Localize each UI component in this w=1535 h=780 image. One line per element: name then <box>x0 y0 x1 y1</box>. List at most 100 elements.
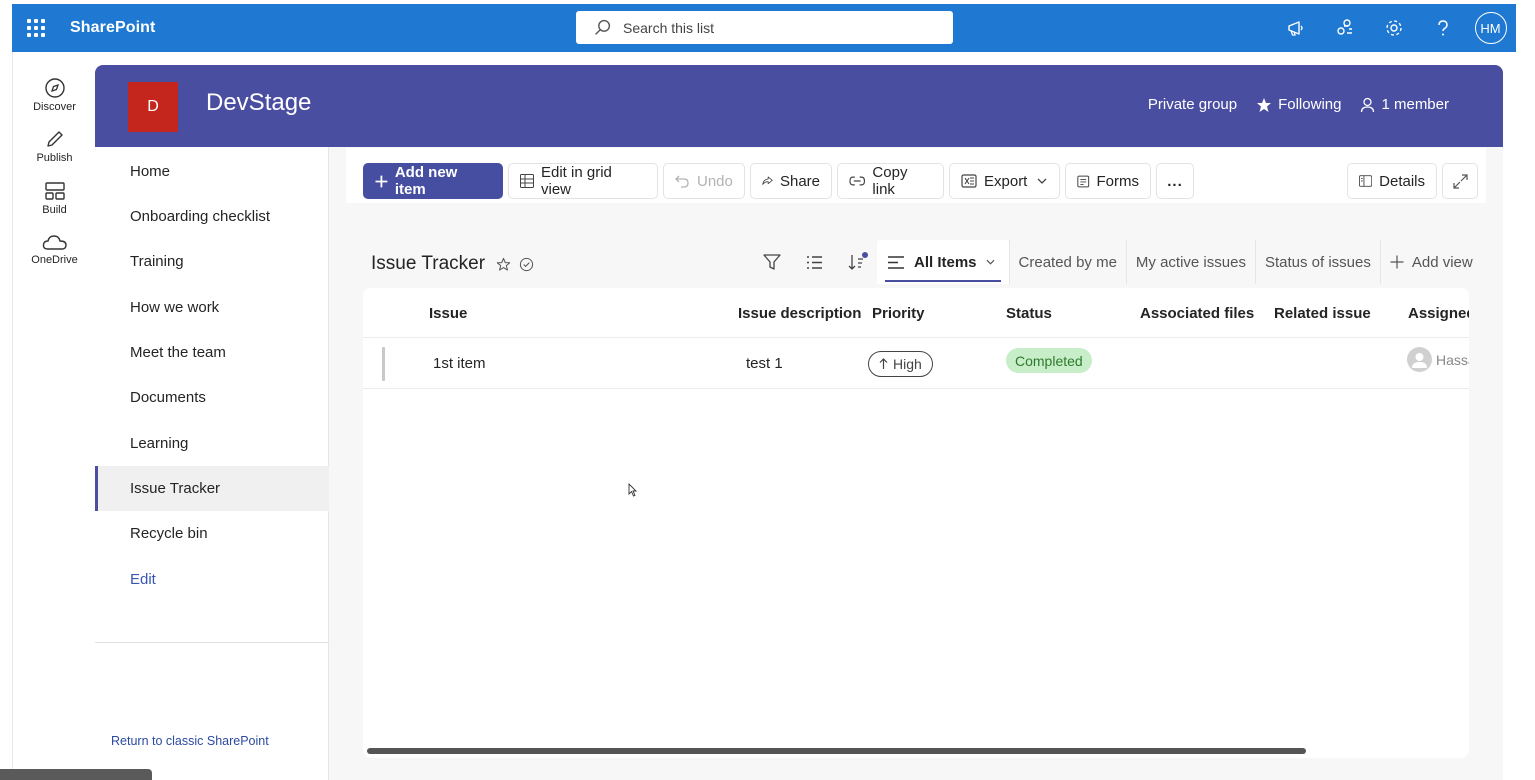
nav-item-meet-the-team[interactable]: Meet the team <box>95 330 329 375</box>
add-new-item-button[interactable]: Add new item <box>363 163 503 199</box>
view-lines-icon <box>888 255 904 269</box>
appbar-build[interactable]: Build <box>13 180 96 216</box>
forms-label: Forms <box>1096 172 1140 190</box>
details-label: Details <box>1379 172 1425 190</box>
undo-label: Undo <box>697 172 733 190</box>
account-button[interactable]: HM <box>1467 4 1516 52</box>
export-button[interactable]: Export <box>949 163 1060 199</box>
suite-actions: HM <box>1271 4 1516 52</box>
share-button[interactable]: Share <box>750 163 832 199</box>
site-meta: Private group Following 1 member <box>1129 96 1449 113</box>
view-status-of-issues[interactable]: Status of issues <box>1254 240 1380 284</box>
details-button[interactable]: Details <box>1347 163 1437 199</box>
news-button[interactable] <box>1271 4 1320 52</box>
nav-edit-link[interactable]: Edit <box>95 557 329 602</box>
brand-title[interactable]: SharePoint <box>70 19 155 37</box>
appbar-publish[interactable]: Publish <box>13 128 96 164</box>
add-view-label: Add view <box>1411 253 1473 271</box>
favorite-star-icon[interactable] <box>496 257 511 272</box>
appbar-onedrive[interactable]: OneDrive <box>13 232 96 266</box>
chevron-down-icon <box>986 259 995 265</box>
nav-item-home[interactable]: Home <box>95 149 329 194</box>
column-header-related-issue[interactable]: Related issue <box>1274 305 1371 322</box>
view-created-by-me[interactable]: Created by me <box>1008 240 1126 284</box>
search-icon <box>595 19 611 35</box>
left-navigation: Home Onboarding checklist Training How w… <box>95 147 329 780</box>
following-button[interactable]: Following <box>1256 96 1341 113</box>
nav-item-recycle-bin[interactable]: Recycle bin <box>95 511 329 556</box>
plus-icon <box>1390 255 1404 269</box>
undo-icon <box>675 175 689 188</box>
horizontal-scrollbar[interactable] <box>367 748 1306 754</box>
group-by-button[interactable] <box>793 240 835 284</box>
command-bar: Add new item Edit in grid view Undo Shar… <box>346 148 1486 203</box>
appbar-label: Discover <box>33 101 76 113</box>
filter-icon <box>763 253 781 270</box>
column-header-issue-description[interactable]: Issue description <box>738 305 861 322</box>
cell-description: test 1 <box>746 355 783 372</box>
undo-button[interactable]: Undo <box>663 163 745 199</box>
list-title-row: Issue Tracker <box>371 253 534 275</box>
column-header-assigned[interactable]: Assigned <box>1408 305 1469 322</box>
assigned-person[interactable]: Hassa <box>1407 347 1469 372</box>
copy-link-button[interactable]: Copy link <box>837 163 944 199</box>
site-logo[interactable]: D <box>128 82 178 132</box>
taskbar-fragment <box>0 769 152 780</box>
app-launcher-button[interactable] <box>12 4 60 52</box>
filter-button[interactable] <box>751 240 793 284</box>
column-header-priority[interactable]: Priority <box>872 305 925 322</box>
column-header-status[interactable]: Status <box>1006 305 1052 322</box>
nav-item-issue-tracker[interactable]: Issue Tracker <box>95 466 329 511</box>
cell-issue[interactable]: 1st item <box>433 355 486 372</box>
share-point-actions-button[interactable] <box>1320 4 1369 52</box>
publish-icon <box>46 131 63 147</box>
check-circle-icon[interactable] <box>519 257 534 272</box>
share-icon <box>762 176 773 185</box>
view-switcher: All Items Created by me My active issues… <box>751 240 1482 284</box>
expand-button[interactable] <box>1442 163 1478 199</box>
appbar-label: Publish <box>36 152 73 164</box>
nav-item-learning[interactable]: Learning <box>95 421 329 466</box>
person-icon <box>1361 97 1375 112</box>
nav-item-how-we-work[interactable]: How we work <box>95 285 329 330</box>
privacy-text: Private group <box>1147 96 1238 113</box>
nav-item-onboarding-checklist[interactable]: Onboarding checklist <box>95 194 329 239</box>
appbar-discover[interactable]: Discover <box>13 77 96 113</box>
settings-button[interactable] <box>1369 4 1418 52</box>
site-container: D DevStage Private group Following 1 mem… <box>95 65 1503 780</box>
view-my-active-issues[interactable]: My active issues <box>1125 240 1255 284</box>
view-all-items[interactable]: All Items <box>877 240 1009 284</box>
star-filled-icon <box>1257 97 1272 112</box>
row-selection-handle[interactable] <box>382 347 385 381</box>
column-header-associated-files[interactable]: Associated files <box>1140 305 1254 322</box>
details-pane-icon <box>1359 175 1373 187</box>
list-icon <box>806 255 822 269</box>
add-view-button[interactable]: Add view <box>1379 240 1482 284</box>
search-input[interactable]: Search this list <box>576 11 953 44</box>
add-new-item-label: Add new item <box>394 164 458 198</box>
return-to-classic-link[interactable]: Return to classic SharePoint <box>111 734 269 748</box>
nav-item-documents[interactable]: Documents <box>95 375 329 420</box>
members-button[interactable]: 1 member <box>1360 96 1449 113</box>
person-icon <box>1412 353 1427 368</box>
excel-icon <box>961 174 977 188</box>
edit-grid-view-button[interactable]: Edit in grid view <box>508 163 658 199</box>
members-text: 1 member <box>1381 96 1449 113</box>
sort-button[interactable] <box>835 240 877 284</box>
assigned-name: Hassa <box>1436 351 1469 368</box>
discover-icon <box>44 78 65 98</box>
search-placeholder: Search this list <box>623 19 715 36</box>
site-title[interactable]: DevStage <box>206 89 311 117</box>
table-row[interactable]: 1st item test 1 High Completed Hassa <box>363 339 1469 389</box>
list-title[interactable]: Issue Tracker <box>371 253 485 275</box>
status-badge: Completed <box>1006 348 1092 373</box>
more-commands-button[interactable]: ... <box>1156 163 1194 199</box>
chevron-down-icon <box>1037 178 1047 184</box>
column-header-issue[interactable]: Issue <box>429 305 467 322</box>
sort-indicator-dot <box>862 252 868 258</box>
forms-button[interactable]: Forms <box>1065 163 1151 199</box>
nav-item-training[interactable]: Training <box>95 239 329 284</box>
edit-grid-view-label: Edit in grid view <box>541 164 612 198</box>
help-button[interactable] <box>1418 4 1467 52</box>
mouse-cursor-icon <box>628 483 637 497</box>
